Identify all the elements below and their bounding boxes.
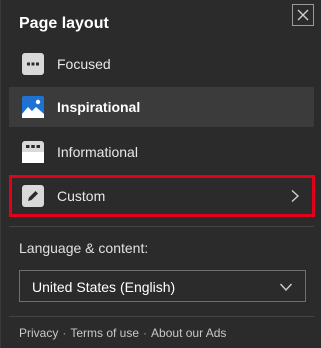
inspirational-layout-icon [22, 96, 44, 118]
layout-option-label: Inspirational [57, 99, 141, 115]
layout-option-label: Focused [57, 56, 111, 72]
footer-separator: · [62, 326, 67, 340]
language-select[interactable]: United States (English) [19, 270, 306, 302]
language-select-value: United States (English) [32, 279, 176, 295]
footer-links: Privacy · Terms of use · About our Ads [19, 326, 226, 340]
about-our-ads-link[interactable]: About our Ads [151, 326, 226, 340]
page-layout-panel: Page layout Focused Inspirational Inform… [0, 0, 321, 348]
layout-option-inspirational[interactable]: Inspirational [9, 87, 314, 127]
layout-option-custom[interactable]: Custom [9, 175, 315, 217]
panel-title: Page layout [19, 15, 109, 32]
divider [9, 316, 314, 317]
privacy-link[interactable]: Privacy [19, 326, 58, 340]
chevron-down-icon [279, 283, 293, 292]
divider [9, 226, 314, 227]
informational-layout-icon [22, 141, 44, 163]
pencil-icon [22, 185, 44, 207]
focused-layout-icon [22, 53, 44, 75]
chevron-right-icon [291, 189, 300, 203]
layout-option-label: Informational [57, 144, 138, 160]
layout-option-focused[interactable]: Focused [9, 44, 314, 84]
language-section-label: Language & content: [19, 240, 149, 256]
close-icon [297, 9, 309, 21]
layout-option-label: Custom [57, 188, 106, 204]
close-button[interactable] [292, 4, 314, 26]
layout-option-informational[interactable]: Informational [9, 132, 314, 172]
footer-separator: · [143, 326, 148, 340]
terms-of-use-link[interactable]: Terms of use [70, 326, 139, 340]
